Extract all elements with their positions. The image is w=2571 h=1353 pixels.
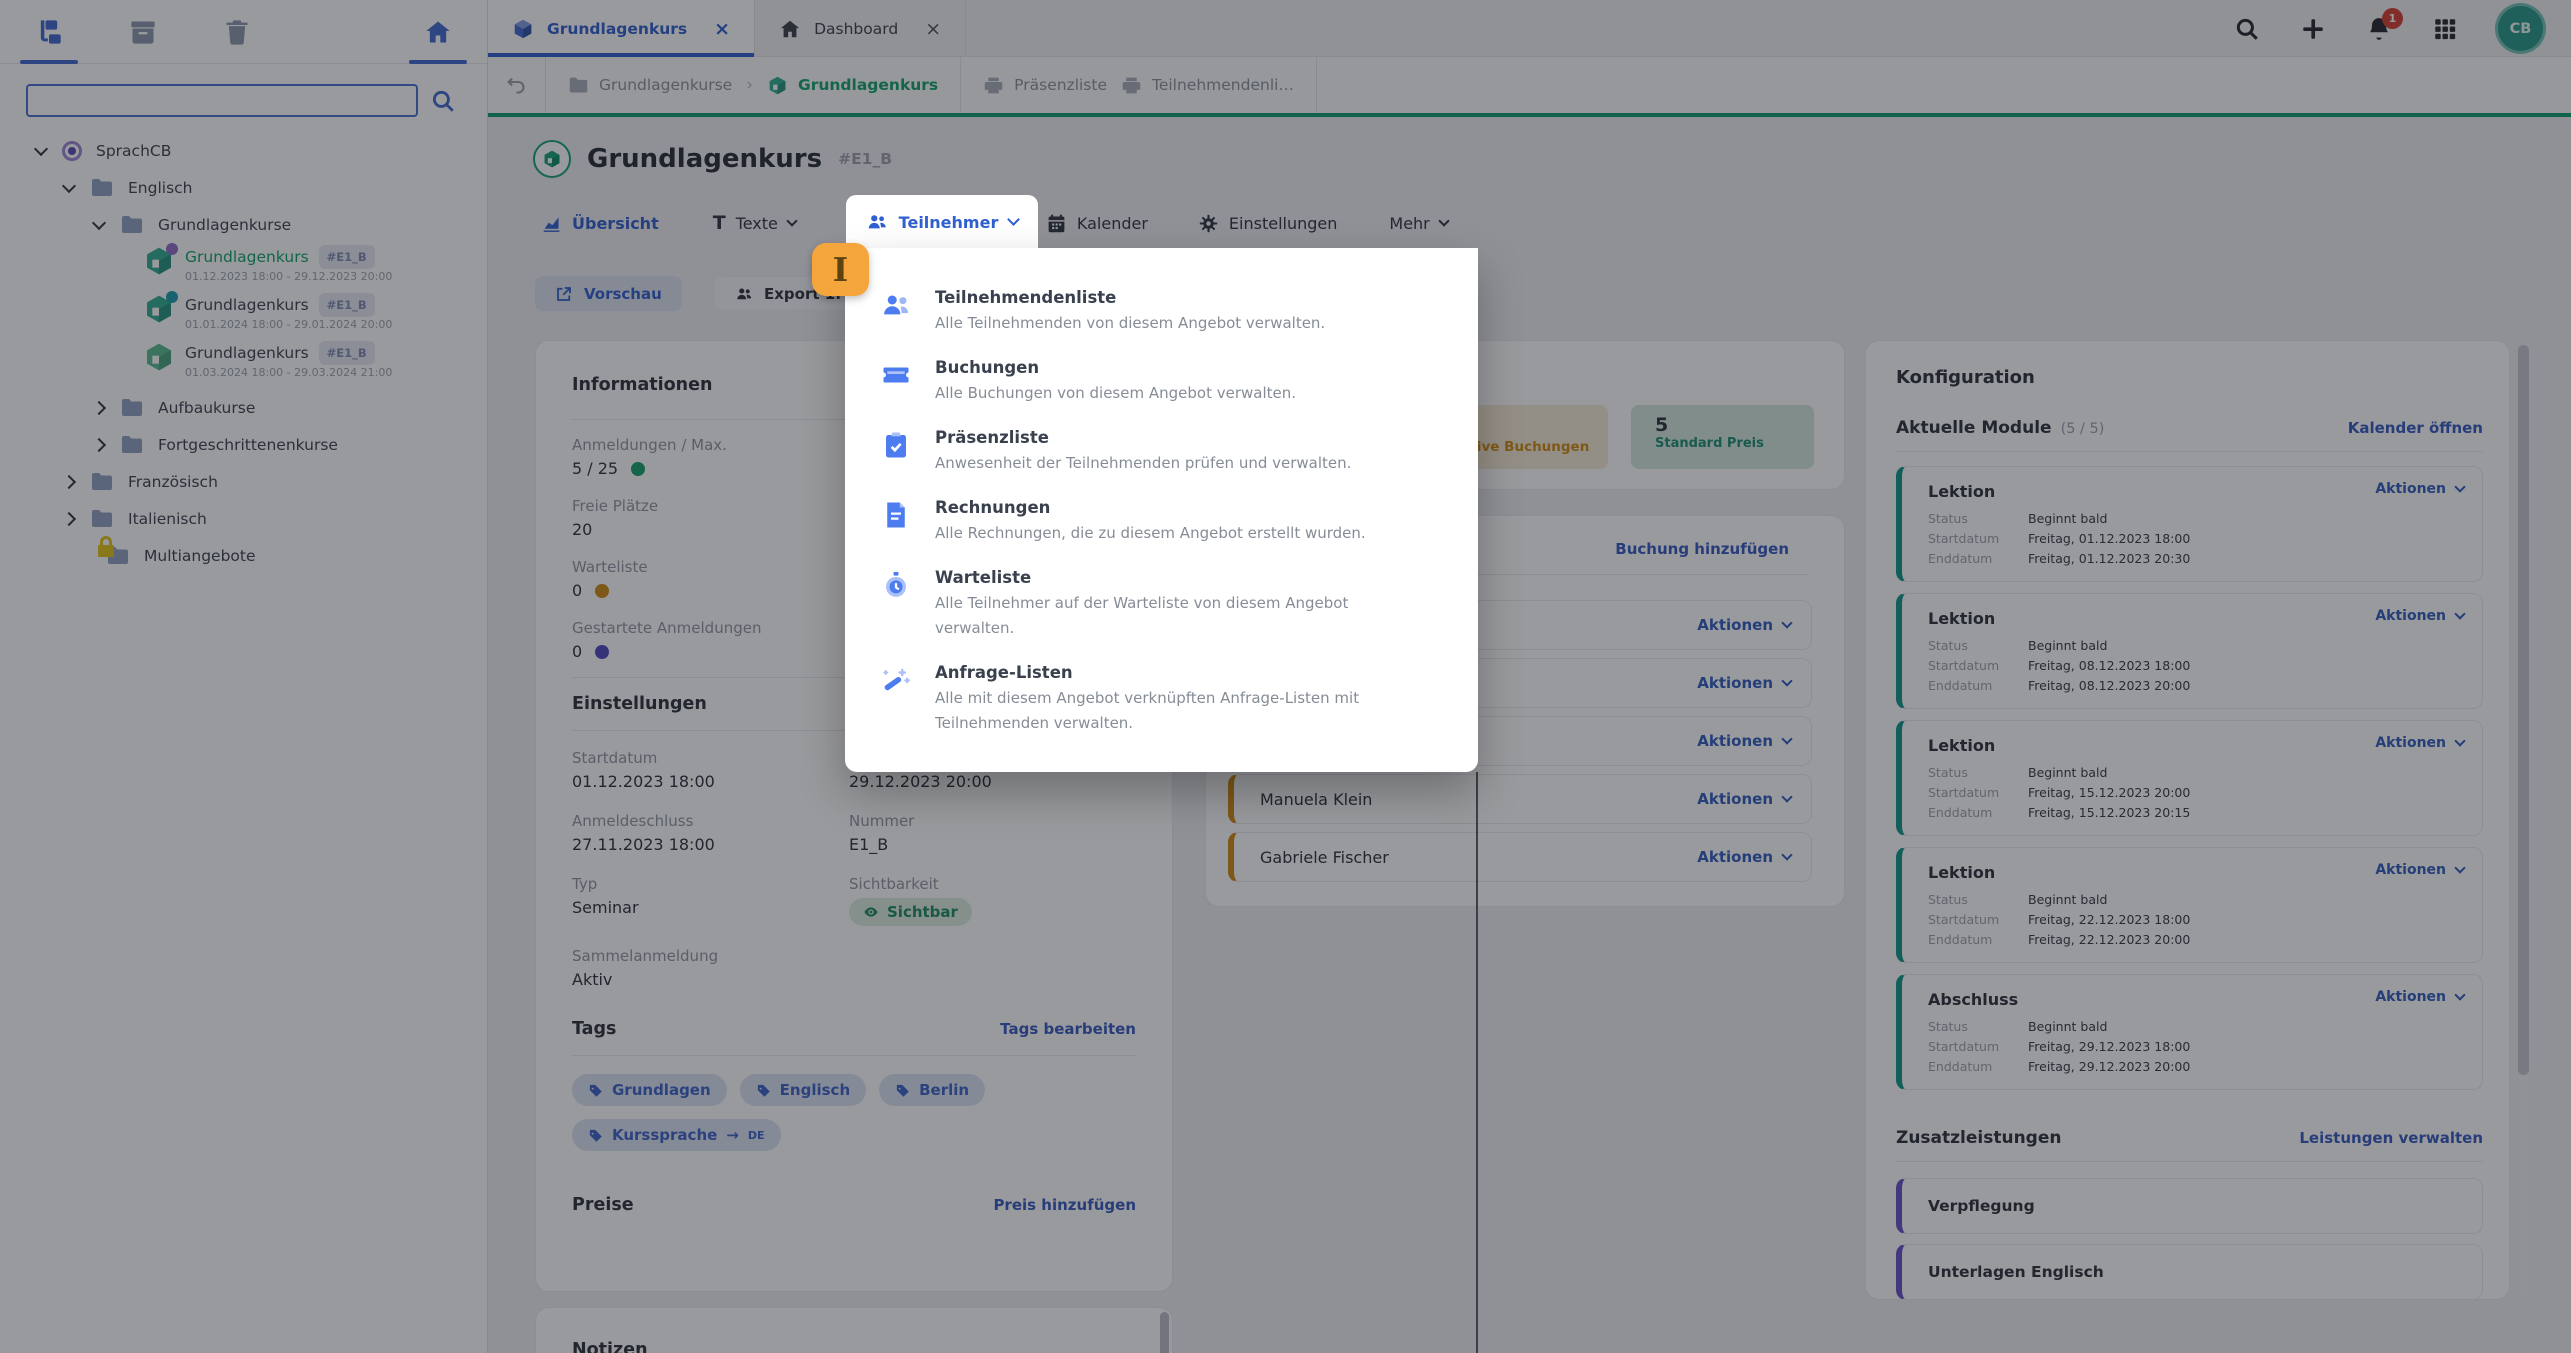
tab-label: Teilnehmer — [899, 213, 999, 232]
magic-wand-icon — [881, 665, 913, 697]
chevron-down-icon — [1007, 213, 1020, 226]
text-cursor-indicator: I — [812, 243, 869, 296]
stopwatch-icon — [881, 570, 913, 602]
menu-item-anfrage-listen[interactable]: Anfrage-Listen Alle mit diesem Angebot v… — [881, 663, 1478, 736]
people-icon — [866, 211, 888, 233]
people-icon — [881, 290, 913, 322]
menu-item-desc: Anwesenheit der Teilnehmenden prüfen und… — [935, 451, 1351, 476]
menu-item-praesenzliste[interactable]: Präsenzliste Anwesenheit der Teilnehmend… — [881, 428, 1478, 476]
menu-item-warteliste[interactable]: Warteliste Alle Teilnehmer auf der Warte… — [881, 568, 1478, 641]
menu-item-rechnungen[interactable]: Rechnungen Alle Rechnungen, die zu diese… — [881, 498, 1478, 546]
app-window: SprachCB Englisch Grundlagenkurse Grundl… — [0, 0, 2571, 1353]
menu-item-title: Warteliste — [935, 568, 1415, 587]
menu-item-desc: Alle Teilnehmer auf der Warteliste von d… — [935, 591, 1415, 641]
tab-teilnehmer[interactable]: Teilnehmer — [846, 195, 1038, 249]
menu-item-desc: Alle mit diesem Angebot verknüpften Anfr… — [935, 686, 1415, 736]
invoice-icon — [881, 500, 913, 532]
menu-item-desc: Alle Teilnehmenden von diesem Angebot ve… — [935, 311, 1325, 336]
menu-item-title: Anfrage-Listen — [935, 663, 1415, 682]
ticket-icon — [881, 360, 913, 392]
teilnehmer-dropdown-menu: Teilnehmendenliste Alle Teilnehmenden vo… — [845, 248, 1478, 772]
menu-item-desc: Alle Buchungen von diesem Angebot verwal… — [935, 381, 1296, 406]
menu-item-buchungen[interactable]: Buchungen Alle Buchungen von diesem Ange… — [881, 358, 1478, 406]
menu-item-title: Präsenzliste — [935, 428, 1351, 447]
menu-item-teilnehmendenliste[interactable]: Teilnehmendenliste Alle Teilnehmenden vo… — [881, 288, 1478, 336]
clipboard-check-icon — [881, 430, 913, 462]
menu-item-title: Buchungen — [935, 358, 1296, 377]
menu-item-desc: Alle Rechnungen, die zu diesem Angebot e… — [935, 521, 1366, 546]
menu-item-title: Rechnungen — [935, 498, 1366, 517]
menu-item-title: Teilnehmendenliste — [935, 288, 1325, 307]
